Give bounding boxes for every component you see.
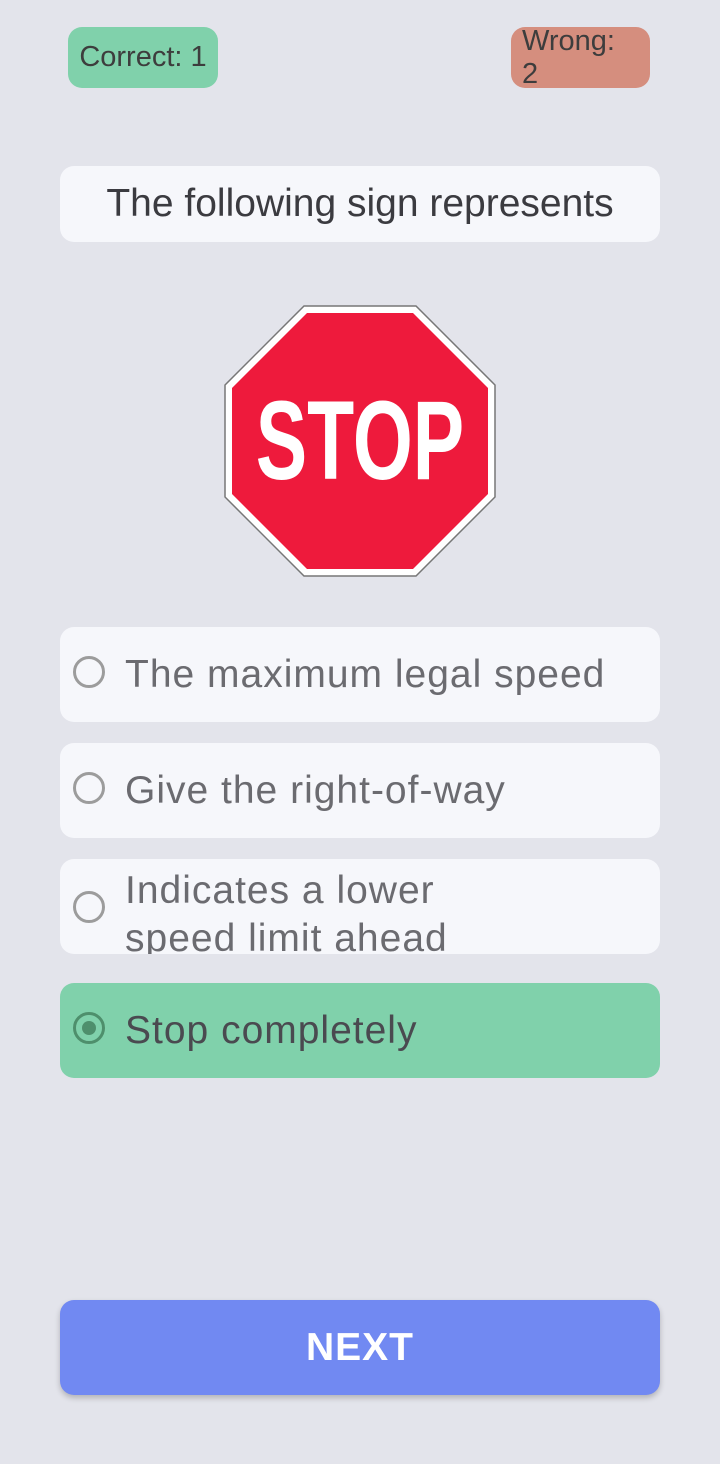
- option-label: Give the right-of-way: [125, 768, 506, 812]
- wrong-count-badge: Wrong: 2: [511, 24, 650, 90]
- radio-button[interactable]: [73, 772, 105, 804]
- radio-button[interactable]: [73, 1012, 105, 1044]
- correct-count-label: Correct: 1: [79, 41, 207, 73]
- stop-sign-text: STOP: [256, 379, 464, 504]
- option-lower-speed-limit-ahead[interactable]: Indicates a lower speed limit ahead: [60, 859, 660, 954]
- question-text: The following sign represents: [106, 182, 614, 225]
- next-button[interactable]: NEXT: [60, 1300, 660, 1395]
- correct-count-badge: Correct: 1: [68, 27, 218, 88]
- option-label: The maximum legal speed: [125, 652, 606, 696]
- option-stop-completely[interactable]: Stop completely: [60, 983, 660, 1078]
- radio-button[interactable]: [73, 656, 105, 688]
- question-box: The following sign represents: [60, 166, 660, 242]
- option-give-right-of-way[interactable]: Give the right-of-way: [60, 743, 660, 838]
- option-maximum-legal-speed[interactable]: The maximum legal speed: [60, 627, 660, 722]
- option-label: Stop completely: [125, 1008, 418, 1052]
- stop-sign-icon: STOP: [224, 305, 496, 577]
- option-label: Indicates a lower speed limit ahead: [125, 869, 448, 954]
- wrong-count-label: Wrong: 2: [522, 24, 615, 90]
- radio-button[interactable]: [73, 891, 105, 923]
